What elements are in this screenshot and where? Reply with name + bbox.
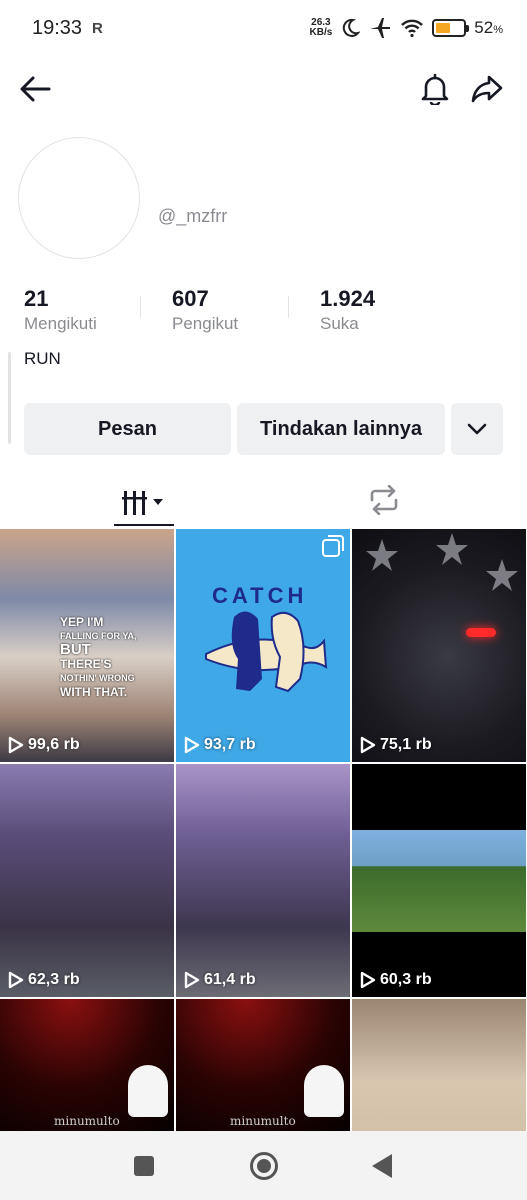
video-grid: YEP I'M FALLING FOR YA, BUT THERE'S NOTH… [0, 529, 527, 1131]
play-icon [8, 971, 24, 989]
ghost-icon [304, 1065, 344, 1117]
tab-reposts[interactable] [360, 480, 408, 520]
view-count: 99,6 rb [8, 736, 80, 754]
stat-following-label: Mengikuti [24, 314, 97, 333]
battery-percent: 52% [474, 18, 503, 37]
battery-icon [432, 19, 470, 37]
share-button[interactable] [466, 68, 508, 110]
stat-likes-count: 1.924 [320, 286, 376, 311]
cat-fish-illustration [205, 611, 328, 693]
repost-icon [370, 485, 398, 515]
play-icon [360, 971, 376, 989]
ghost-icon [128, 1065, 168, 1117]
stat-followers-label: Pengikut [172, 314, 239, 333]
profile-header [0, 56, 527, 120]
triangle-back-icon[interactable] [372, 1154, 392, 1178]
tab-videos[interactable] [114, 480, 174, 526]
stat-divider [140, 296, 141, 318]
notification-bell-button[interactable] [414, 68, 456, 110]
bio-text: RUN [24, 349, 61, 368]
play-icon [360, 736, 376, 754]
stat-likes-label: Suka [320, 314, 359, 333]
username: @_mzfrr [158, 206, 228, 226]
video-thumbnail[interactable]: 75,1 rb [352, 529, 526, 762]
content-tabs [0, 470, 527, 528]
more-actions-button[interactable]: Tindakan lainnya [237, 403, 445, 455]
meme-caption: YEP I'M FALLING FOR YA, BUT THERE'S NOTH… [60, 615, 137, 699]
stat-following-count: 21 [24, 286, 49, 311]
chevron-down-icon [467, 423, 487, 435]
square-icon[interactable] [134, 1156, 154, 1176]
status-time: 19:33 [32, 17, 83, 39]
network-speed-unit: KB/s [309, 27, 333, 38]
view-count: 93,7 rb [184, 736, 256, 754]
dropdown-button[interactable] [451, 403, 503, 455]
back-button[interactable] [14, 68, 56, 110]
video-thumbnail[interactable]: CATCH 93,7 rb [176, 529, 350, 762]
view-count: 62,3 rb [8, 971, 80, 989]
share-arrow-icon [471, 75, 503, 103]
thumbnail-overlay-text: minumulto [230, 1114, 296, 1128]
stat-divider [288, 296, 289, 318]
stat-following[interactable]: 21 Mengikuti [24, 286, 172, 336]
carrier-icon: R [92, 20, 103, 37]
view-count: 75,1 rb [360, 736, 432, 754]
multi-photo-icon [322, 535, 344, 557]
video-thumbnail[interactable] [352, 999, 526, 1131]
video-thumbnail[interactable]: 60,3 rb [352, 764, 526, 997]
bell-icon [421, 73, 449, 105]
wifi-icon [401, 19, 424, 38]
grid-columns-icon [122, 491, 163, 515]
airplane-icon [370, 18, 391, 38]
network-speed: 26.3 KB/s [310, 18, 333, 38]
arrow-left-icon [20, 76, 51, 102]
circle-home-icon[interactable] [250, 1152, 278, 1180]
play-icon [184, 971, 200, 989]
profile-stats: 21 Mengikuti 607 Pengikut 1.924 Suka [24, 286, 468, 336]
star-pattern [366, 533, 518, 591]
profile-actions: Pesan Tindakan lainnya [24, 403, 503, 455]
view-count: 61,4 rb [184, 971, 256, 989]
play-icon [184, 736, 200, 754]
system-nav-bar [0, 1131, 527, 1200]
view-count: 60,3 rb [360, 971, 432, 989]
message-button[interactable]: Pesan [24, 403, 231, 455]
stat-followers-count: 607 [172, 286, 209, 311]
field-photo [352, 830, 526, 932]
avatar[interactable] [18, 137, 140, 259]
red-light [466, 628, 496, 637]
stat-likes[interactable]: 1.924 Suka [320, 286, 468, 336]
play-icon [8, 736, 24, 754]
moon-icon [343, 18, 361, 37]
thumbnail-overlay-text: minumulto [54, 1114, 120, 1128]
tab-active-indicator [114, 524, 174, 526]
video-thumbnail[interactable]: minumulto [176, 999, 350, 1131]
video-thumbnail[interactable]: 61,4 rb [176, 764, 350, 997]
status-bar: 19:33 R 26.3 KB/s 52% [0, 0, 527, 56]
video-thumbnail[interactable]: YEP I'M FALLING FOR YA, BUT THERE'S NOTH… [0, 529, 174, 762]
stat-followers[interactable]: 607 Pengikut [172, 286, 320, 336]
status-icons: 26.3 KB/s 52% [310, 14, 503, 42]
scroll-indicator [8, 352, 11, 444]
video-thumbnail[interactable]: 62,3 rb [0, 764, 174, 997]
video-thumbnail[interactable]: minumulto [0, 999, 174, 1131]
